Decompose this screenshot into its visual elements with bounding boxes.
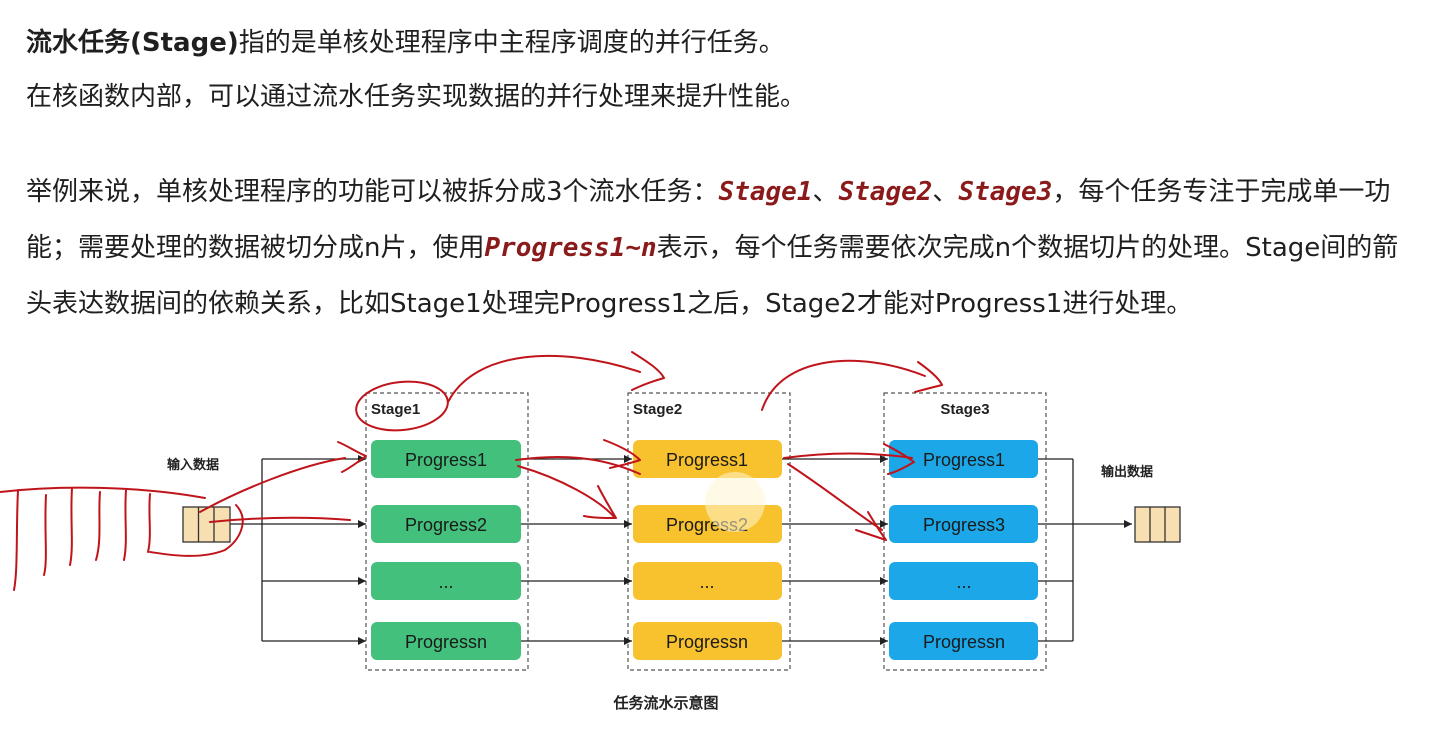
stage3-progress1-label: Progress1 (923, 450, 1005, 470)
annotation-arrow-input-1 (199, 457, 346, 513)
stage1-progress2-label: Progress2 (405, 515, 487, 535)
output-connectors (1038, 458, 1132, 642)
stage2-ellipsis-label: ... (699, 572, 714, 592)
stage2-progress1-label: Progress1 (666, 450, 748, 470)
annotation-arrow-input-2 (209, 516, 351, 523)
stage1-progress1-label: Progress1 (405, 450, 487, 470)
input-queue-icon (182, 506, 231, 543)
stage1-to-stage2-connectors (521, 455, 632, 645)
stage2-label: Stage2 (633, 401, 682, 418)
stage3-label: Stage3 (940, 401, 989, 418)
diagram-caption: 任务流水示意图 (612, 694, 718, 712)
pointer-highlight (705, 472, 765, 532)
annotation-arrow-s2p1-s3p3 (787, 463, 883, 531)
annotation-arc-stage2-stage3 (761, 359, 926, 411)
stage1-label: Stage1 (371, 401, 420, 418)
annotation-arrowhead-2 (914, 361, 943, 393)
stage1-ellipsis-label: ... (438, 572, 453, 592)
output-queue-icon (1134, 506, 1181, 543)
input-connectors (230, 455, 366, 645)
annotation-arc-stage1-stage2 (447, 354, 641, 403)
stage3-progress3-label: Progress3 (923, 515, 1005, 535)
annotation-stroke-left-1 (13, 489, 19, 591)
stage3-ellipsis-label: ... (956, 572, 971, 592)
stage2-to-stage3-connectors (782, 455, 888, 645)
stage1-progressn-label: Progressn (405, 632, 487, 652)
output-data-label: 输出数据 (1101, 464, 1153, 480)
annotation-bracket-top (0, 486, 206, 499)
stage3-progressn-label: Progressn (923, 632, 1005, 652)
stage2-progressn-label: Progressn (666, 632, 748, 652)
input-data-label: 输入数据 (167, 457, 219, 473)
pipeline-diagram: Stage1 Stage2 Stage3 Progress1 Progress2 (0, 351, 1181, 712)
